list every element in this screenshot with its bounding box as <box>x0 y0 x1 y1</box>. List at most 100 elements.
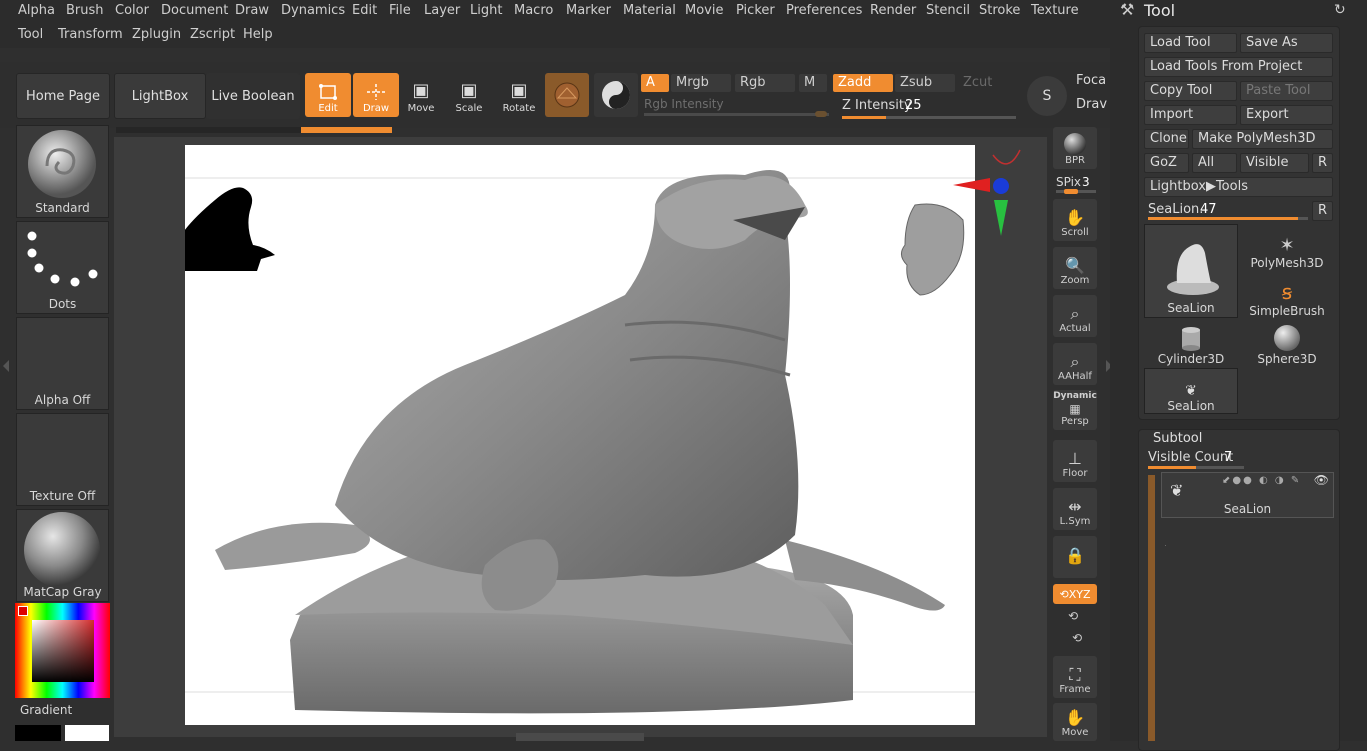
sealion-r-button[interactable]: R <box>1312 201 1333 221</box>
menu-file[interactable]: File <box>386 1 414 21</box>
eye-icon[interactable]: 👁 <box>1314 473 1329 487</box>
actual-button[interactable]: ⌕ Actual <box>1053 295 1097 337</box>
menu-texture[interactable]: Texture <box>1028 1 1082 21</box>
material-card[interactable]: MatCap Gray <box>16 509 109 602</box>
goz-all-button[interactable]: All <box>1192 153 1237 173</box>
zcut-toggle[interactable]: Zcut <box>958 74 1018 92</box>
home-page-button[interactable]: Home Page <box>16 73 110 119</box>
menu-dynamics[interactable]: Dynamics <box>278 1 348 21</box>
lightbox-button[interactable]: LightBox <box>114 73 206 119</box>
menu-light[interactable]: Light <box>467 1 505 21</box>
tool-thumb-sealion[interactable]: SeaLion <box>1144 224 1238 318</box>
rgb-intensity-slider[interactable] <box>644 113 829 116</box>
menu-alpha[interactable]: Alpha <box>15 1 58 21</box>
menu-edit[interactable]: Edit <box>349 1 380 21</box>
stroke-card[interactable]: Dots <box>16 221 109 314</box>
color-square[interactable] <box>32 620 94 682</box>
rgb-intensity-handle[interactable] <box>815 111 827 117</box>
subtool-scrollbar[interactable] <box>1148 475 1155 741</box>
z-rotate-icon[interactable]: ⟲ <box>1072 631 1082 645</box>
m-toggle[interactable]: M <box>799 74 827 92</box>
lock-button[interactable]: 🔒 <box>1053 536 1097 578</box>
a-toggle[interactable]: A <box>641 74 669 92</box>
zadd-toggle[interactable]: Zadd <box>833 74 893 92</box>
main-color-swatch[interactable] <box>18 606 28 616</box>
tool-thumb-simplebrush[interactable]: ꞩ SimpleBrush <box>1240 272 1334 318</box>
brush-card[interactable]: Standard <box>16 125 109 218</box>
menu-picker[interactable]: Picker <box>733 1 778 21</box>
draw-mode-button[interactable]: Draw <box>353 73 399 117</box>
make-polymesh3d-button[interactable]: Make PolyMesh3D <box>1192 129 1333 149</box>
menu-stroke[interactable]: Stroke <box>976 1 1023 21</box>
tool-thumb-sphere3d[interactable]: Sphere3D <box>1240 320 1334 366</box>
canvas[interactable] <box>153 145 975 725</box>
edit-mode-button[interactable]: Edit <box>305 73 351 117</box>
menu-marker[interactable]: Marker <box>563 1 614 21</box>
floor-button[interactable]: ⊥ Floor <box>1053 440 1097 482</box>
rgb-toggle[interactable]: Rgb <box>735 74 795 92</box>
menu-zscript[interactable]: Zscript <box>187 25 238 45</box>
lightbox-tools-button[interactable]: Lightbox▶Tools <box>1144 177 1333 197</box>
goz-button[interactable]: GoZ <box>1144 153 1189 173</box>
tool-thumb-polymesh3d[interactable]: ✶ PolyMesh3D <box>1240 224 1334 270</box>
spix-handle[interactable] <box>1064 189 1078 194</box>
menu-tool[interactable]: Tool <box>15 25 46 45</box>
zoom-button[interactable]: 🔍 Zoom <box>1053 247 1097 289</box>
menu-material[interactable]: Material <box>620 1 679 21</box>
menu-render[interactable]: Render <box>867 1 919 21</box>
collapse-left-icon[interactable] <box>3 360 9 372</box>
subtool-item[interactable]: ❦ ⬋●● ◐ ◑ ✎ 👁 SeaLion <box>1161 472 1334 518</box>
export-button[interactable]: Export <box>1240 105 1333 125</box>
menu-transform[interactable]: Transform <box>55 25 126 45</box>
tool-thumb-sealion-small[interactable]: ❦ SeaLion <box>1144 368 1238 414</box>
lsym-button[interactable]: ⇹ L.Sym <box>1053 488 1097 530</box>
menu-macro[interactable]: Macro <box>511 1 556 21</box>
move-mode-button[interactable]: ▣ Move <box>398 73 444 117</box>
scroll-button[interactable]: ✋ Scroll <box>1053 199 1097 241</box>
menu-movie[interactable]: Movie <box>682 1 726 21</box>
brush-size-button[interactable]: S <box>1027 76 1067 116</box>
menu-document[interactable]: Document <box>158 1 231 21</box>
xyz-button[interactable]: ⟲ XYZ <box>1053 584 1097 604</box>
copy-tool-button[interactable]: Copy Tool <box>1144 81 1237 101</box>
live-boolean-button[interactable]: Live Boolean <box>206 73 300 119</box>
move-view-button[interactable]: ✋ Move <box>1053 703 1097 741</box>
color-picker-button[interactable] <box>594 73 638 117</box>
menu-stencil[interactable]: Stencil <box>923 1 973 21</box>
color-picker[interactable] <box>15 603 110 698</box>
load-tools-from-project-button[interactable]: Load Tools From Project <box>1144 57 1333 77</box>
load-tool-button[interactable]: Load Tool <box>1144 33 1237 53</box>
rotate-mode-button[interactable]: ▣ Rotate <box>496 73 542 117</box>
paste-tool-button[interactable]: Paste Tool <box>1240 81 1333 101</box>
clone-button[interactable]: Clone <box>1144 129 1189 149</box>
goz-r-button[interactable]: R <box>1312 153 1333 173</box>
alpha-card[interactable]: Alpha Off <box>16 317 109 410</box>
texture-card[interactable]: Texture Off <box>16 413 109 506</box>
save-as-button[interactable]: Save As <box>1240 33 1333 53</box>
menu-zplugin[interactable]: Zplugin <box>129 25 184 45</box>
frame-button[interactable]: ⛶ Frame <box>1053 656 1097 698</box>
y-rotate-icon[interactable]: ⟲ <box>1068 609 1078 623</box>
tool-thumb-cylinder3d[interactable]: Cylinder3D <box>1144 320 1238 366</box>
menu-color[interactable]: Color <box>112 1 152 21</box>
zsub-toggle[interactable]: Zsub <box>895 74 955 92</box>
import-button[interactable]: Import <box>1144 105 1237 125</box>
primary-color-swatch[interactable] <box>15 725 61 741</box>
persp-button[interactable]: Dynamic ▦ Persp <box>1053 390 1097 430</box>
aahalf-button[interactable]: ⌕ AAHalf <box>1053 343 1097 385</box>
menu-draw[interactable]: Draw <box>232 1 272 21</box>
menu-brush[interactable]: Brush <box>63 1 107 21</box>
subtool-toggles-icon[interactable]: ⬋●● ◐ ◑ ✎ <box>1222 475 1301 486</box>
menu-help[interactable]: Help <box>240 25 276 45</box>
goz-visible-button[interactable]: Visible <box>1240 153 1309 173</box>
axis-gizmo-icon[interactable] <box>948 140 1048 240</box>
menu-layer[interactable]: Layer <box>421 1 463 21</box>
scale-mode-button[interactable]: ▣ Scale <box>446 73 492 117</box>
menu-preferences[interactable]: Preferences <box>783 1 865 21</box>
refresh-icon[interactable]: ↻ <box>1334 2 1346 18</box>
bottom-scroller[interactable] <box>516 733 644 741</box>
bpr-button[interactable]: BPR <box>1053 127 1097 169</box>
mrgb-toggle[interactable]: Mrgb <box>671 74 731 92</box>
material-swatch-button[interactable] <box>545 73 589 117</box>
secondary-color-swatch[interactable] <box>65 725 109 741</box>
